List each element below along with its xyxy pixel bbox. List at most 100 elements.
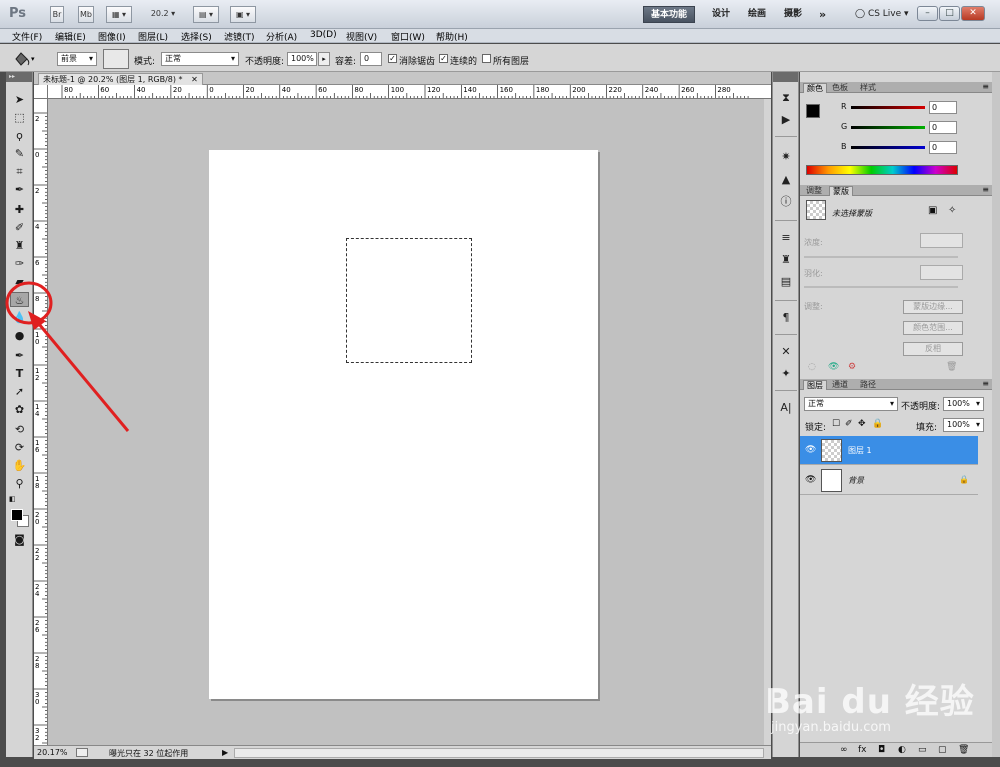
zoom-tool[interactable]: ⚲ <box>10 476 29 491</box>
load-selection-icon[interactable]: ◌ <box>808 362 816 372</box>
dodge-tool[interactable]: ● <box>10 328 29 343</box>
panel-menu-icon[interactable]: ≡ <box>982 185 989 194</box>
info-icon[interactable]: ⓘ <box>777 194 795 210</box>
path-selection-tool[interactable]: ➚ <box>10 384 29 399</box>
marquee-tool[interactable]: ⬚ <box>10 110 29 125</box>
apply-mask-icon[interactable]: ⚙ <box>848 362 856 372</box>
layer-opacity-input[interactable]: 100% <box>943 397 984 411</box>
status-info-button[interactable] <box>76 748 88 757</box>
mode-select[interactable]: 正常 <box>161 52 239 66</box>
more-workspaces-button[interactable]: » <box>812 6 833 23</box>
tab-paths[interactable]: 路径 <box>857 380 879 390</box>
view-extras-button[interactable]: ▦ <box>106 6 132 23</box>
move-tool[interactable]: ➤ <box>10 92 29 107</box>
tab-channels[interactable]: 通道 <box>829 380 851 390</box>
menu-view[interactable]: 视图(V) <box>346 30 377 43</box>
foreground-color-swatch[interactable] <box>11 509 23 521</box>
lock-all-icon[interactable]: 🔒 <box>872 419 883 429</box>
red-slider-row[interactable]: R 0 <box>805 101 957 115</box>
panel-menu-icon[interactable]: ≡ <box>982 82 989 91</box>
tool-presets-icon[interactable]: ▤ <box>777 274 795 290</box>
feather-input[interactable] <box>920 265 963 280</box>
opacity-input[interactable]: 100% <box>287 52 317 66</box>
minimize-button[interactable]: – <box>917 6 938 21</box>
paragraph-icon[interactable]: ¶ <box>777 310 795 326</box>
layer-visibility-eye-icon[interactable]: 👁 <box>805 445 816 455</box>
pixel-mask-icon[interactable]: ▣ <box>928 205 937 216</box>
lock-pixels-icon[interactable]: ✐ <box>845 419 853 429</box>
blend-mode-select[interactable]: 正常 <box>804 397 898 411</box>
all-layers-checkbox[interactable] <box>482 54 491 63</box>
tab-close-icon[interactable]: ✕ <box>191 75 198 84</box>
3d-icon[interactable]: ✕ <box>777 344 795 360</box>
3d-rotate-tool[interactable]: ⟲ <box>10 422 29 437</box>
mini-bridge-button[interactable]: Mb <box>78 6 94 23</box>
color-range-button[interactable]: 颜色范围... <box>903 321 963 335</box>
tab-styles[interactable]: 样式 <box>857 83 879 93</box>
healing-brush-tool[interactable]: ✚ <box>10 202 29 217</box>
horizontal-scrollbar[interactable] <box>234 748 764 758</box>
right-panel-scrollbar[interactable] <box>992 72 1000 757</box>
panel-menu-icon[interactable]: ≡ <box>982 379 989 388</box>
horizontal-ruler[interactable]: 80 60 40 20 0 20 40 60 80 100 120 140 160 180 200 220 24… <box>48 85 771 99</box>
shape-tool[interactable]: ✿ <box>10 402 29 417</box>
zoom-readout[interactable]: 20.17% <box>37 748 68 757</box>
navigator-icon[interactable]: ✷ <box>777 149 795 165</box>
document-tab[interactable]: 未标题-1 @ 20.2% (图层 1, RGB/8) * ✕ <box>38 73 203 85</box>
density-input[interactable] <box>920 233 963 248</box>
mask-edge-button[interactable]: 蒙版边缘... <box>903 300 963 314</box>
animation-icon[interactable]: ✦ <box>777 366 795 382</box>
default-colors-button[interactable]: ◧ <box>9 495 16 503</box>
cs-live-button[interactable]: ◯ CS Live ▾ <box>848 6 916 23</box>
zoom-level-dropdown[interactable]: 20.2 <box>146 6 180 23</box>
layer-row-background[interactable]: 👁 背景 🔒 <box>800 466 978 495</box>
tolerance-input[interactable]: 0 <box>360 52 382 66</box>
menu-layer[interactable]: 图层(L) <box>138 30 168 43</box>
actions-icon[interactable]: ▶ <box>777 112 795 128</box>
clone-source-icon[interactable]: ♜ <box>777 252 795 268</box>
document-canvas[interactable] <box>209 150 598 699</box>
layer-row-layer1[interactable]: 👁 图层 1 <box>800 436 978 465</box>
green-value-input[interactable]: 0 <box>929 121 957 134</box>
vector-mask-icon[interactable]: ✧ <box>948 205 956 216</box>
pattern-picker[interactable] <box>103 49 129 69</box>
menu-file[interactable]: 文件(F) <box>12 30 42 43</box>
bridge-button[interactable]: Br <box>50 6 64 23</box>
canvas-area[interactable] <box>48 99 764 745</box>
red-slider[interactable] <box>851 106 925 109</box>
hand-tool[interactable]: ✋ <box>10 458 29 473</box>
eyedropper-tool[interactable]: ✒ <box>10 182 29 197</box>
opacity-slider-arrow[interactable]: ▸ <box>318 52 330 66</box>
ruler-origin[interactable] <box>34 85 48 99</box>
lasso-tool[interactable]: ϙ <box>10 128 29 143</box>
paint-bucket-tool[interactable]: ♨ <box>10 292 29 307</box>
blue-slider-row[interactable]: B 0 <box>805 141 957 155</box>
menu-window[interactable]: 窗口(W) <box>391 30 425 43</box>
color-ramp[interactable] <box>806 165 958 175</box>
menu-select[interactable]: 选择(S) <box>181 30 212 43</box>
screen-mode-button[interactable]: ▣ <box>230 6 256 23</box>
invert-button[interactable]: 反相 <box>903 342 963 356</box>
character-icon[interactable]: A| <box>777 400 795 416</box>
tab-color[interactable]: 颜色 <box>803 83 827 93</box>
blur-tool[interactable]: 💧 <box>10 310 29 325</box>
blue-slider[interactable] <box>851 146 925 149</box>
menu-edit[interactable]: 编辑(E) <box>55 30 86 43</box>
menu-analysis[interactable]: 分析(A) <box>266 30 297 43</box>
tool-preset-picker[interactable]: ▾ <box>12 49 36 67</box>
close-button[interactable]: ✕ <box>961 6 985 21</box>
type-tool[interactable]: T <box>10 366 29 381</box>
layer-visibility-eye-icon[interactable]: 👁 <box>805 475 816 485</box>
clone-stamp-tool[interactable]: ♜ <box>10 238 29 253</box>
menu-image[interactable]: 图像(I) <box>98 30 126 43</box>
menu-3d[interactable]: 3D(D) <box>310 30 337 40</box>
lock-transparency-icon[interactable]: ☐ <box>832 419 840 429</box>
histogram-icon[interactable]: ▲ <box>777 172 795 188</box>
lock-position-icon[interactable]: ✥ <box>858 419 866 429</box>
history-brush-tool[interactable]: ✑ <box>10 256 29 271</box>
tab-layers[interactable]: 图层 <box>803 380 827 390</box>
feather-slider[interactable] <box>804 286 958 288</box>
workspace-photography[interactable]: 摄影 <box>777 6 809 23</box>
tab-swatches[interactable]: 色板 <box>829 83 851 93</box>
status-menu-arrow[interactable]: ▶ <box>222 748 228 757</box>
